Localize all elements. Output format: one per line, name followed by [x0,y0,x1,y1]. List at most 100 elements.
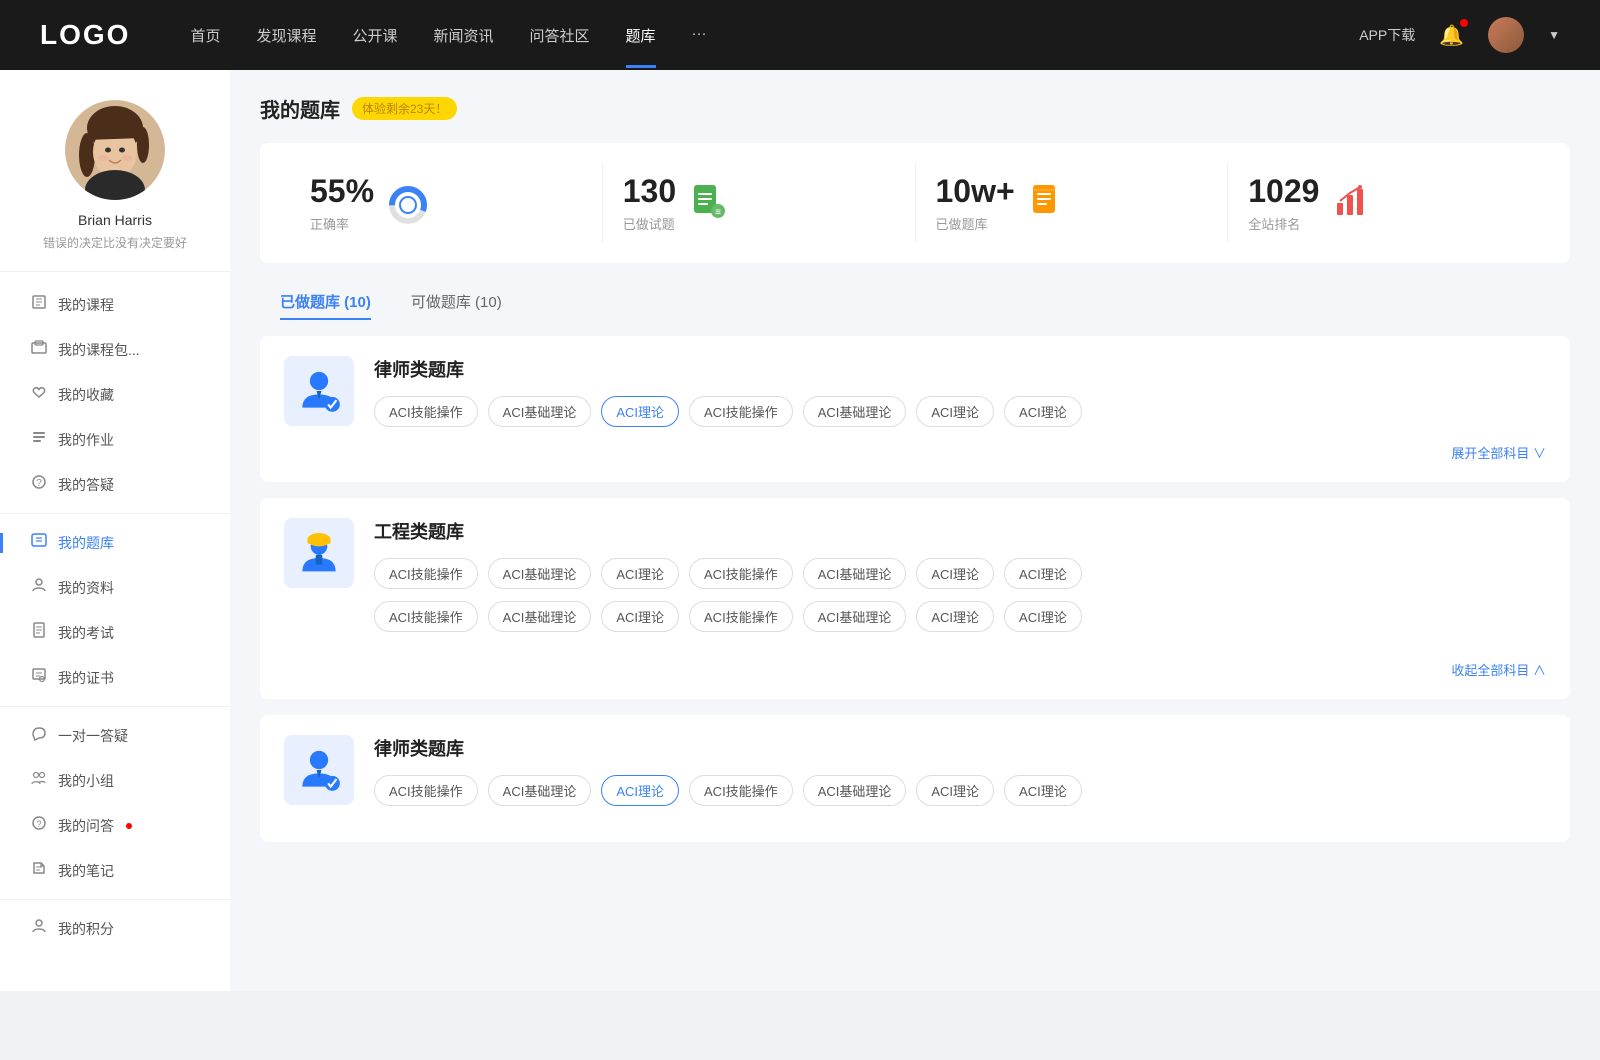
sidebar-label-certificate: 我的证书 [58,668,114,688]
quiz-bank-icon [30,532,48,553]
user-menu-chevron[interactable]: ▼ [1548,28,1560,42]
qa-notification-dot [126,823,132,829]
tag-1-6[interactable]: ACI理论 [1004,396,1082,427]
sidebar-label-qa: 我的答疑 [58,475,114,495]
accuracy-pie-icon [388,185,424,221]
tag-2-0-5[interactable]: ACI理论 [916,558,994,589]
points-icon [30,918,48,939]
tag-2-1-6[interactable]: ACI理论 [1004,601,1082,632]
divider-2 [0,706,230,707]
svg-text:≡: ≡ [715,207,721,218]
avatar-image [1488,17,1524,53]
tag-3-5[interactable]: ACI理论 [916,775,994,806]
tab-done-banks[interactable]: 已做题库 (10) [260,283,391,320]
stat-value-site-rank: 1029 [1248,173,1319,210]
tab-todo-banks[interactable]: 可做题库 (10) [391,283,522,320]
sidebar-item-notes[interactable]: 我的笔记 [0,848,230,893]
tag-2-0-4[interactable]: ACI基础理论 [803,558,907,589]
stat-value-done-banks: 10w+ [936,173,1015,210]
sidebar-item-my-qa[interactable]: ? 我的问答 [0,803,230,848]
tag-3-4[interactable]: ACI基础理论 [803,775,907,806]
sidebar-label-profile: 我的资料 [58,578,114,598]
profile-motto: 错误的决定比没有决定要好 [43,234,187,251]
stat-accuracy: 55% 正确率 [290,163,603,243]
sidebar-item-my-course[interactable]: 我的课程 [0,282,230,327]
sidebar-item-points[interactable]: 我的积分 [0,906,230,951]
tag-3-6[interactable]: ACI理论 [1004,775,1082,806]
sidebar-item-course-pack[interactable]: 我的课程包... [0,327,230,372]
homework-icon [30,429,48,450]
tag-3-3[interactable]: ACI技能操作 [689,775,793,806]
avatar[interactable] [1488,17,1524,53]
sidebar-item-profile[interactable]: 我的资料 [0,565,230,610]
tag-2-0-6[interactable]: ACI理论 [1004,558,1082,589]
tag-1-3[interactable]: ACI技能操作 [689,396,793,427]
sidebar-item-exam[interactable]: 我的考试 [0,610,230,655]
tag-2-0-2[interactable]: ACI理论 [601,558,679,589]
my-qa-icon: ? [30,815,48,836]
tag-1-5[interactable]: ACI理论 [916,396,994,427]
nav-open-course[interactable]: 公开课 [352,25,397,46]
stat-done-questions: 130 已做试题 ≡ [603,163,916,243]
page-title: 我的题库 [260,94,340,123]
bank-card-engineer: 工程类题库 ACI技能操作 ACI基础理论 ACI理论 ACI技能操作 ACI基… [260,498,1570,699]
stats-card: 55% 正确率 130 已做试题 [260,143,1570,263]
tag-1-1[interactable]: ACI基础理论 [488,396,592,427]
tag-1-4[interactable]: ACI基础理论 [803,396,907,427]
sidebar-label-group: 我的小组 [58,771,114,791]
nav-more[interactable]: ··· [692,25,707,46]
tag-2-1-3[interactable]: ACI技能操作 [689,601,793,632]
tag-2-1-4[interactable]: ACI基础理论 [803,601,907,632]
tag-3-0[interactable]: ACI技能操作 [374,775,478,806]
tag-1-2[interactable]: ACI理论 [601,396,679,427]
course-icon [30,294,48,315]
logo: LOGO [40,19,130,51]
divider-3 [0,899,230,900]
nav-discover[interactable]: 发现课程 [256,25,316,46]
tag-2-1-2[interactable]: ACI理论 [601,601,679,632]
tag-3-2[interactable]: ACI理论 [601,775,679,806]
sidebar-item-quiz-bank[interactable]: 我的题库 [0,520,230,565]
sidebar-label-exam: 我的考试 [58,623,114,643]
sidebar-item-tutoring[interactable]: 一对一答疑 [0,713,230,758]
app-download-button[interactable]: APP下载 [1359,25,1415,45]
bank-icon-engineer [284,518,354,588]
sidebar-profile: Brian Harris 错误的决定比没有决定要好 [0,100,230,272]
doc-orange-icon [1029,183,1065,224]
tag-1-0[interactable]: ACI技能操作 [374,396,478,427]
tag-2-1-1[interactable]: ACI基础理论 [488,601,592,632]
sidebar-item-certificate[interactable]: 我的证书 [0,655,230,700]
sidebar-label-tutoring: 一对一答疑 [58,726,128,746]
notification-bell[interactable]: 🔔 [1439,23,1464,48]
tag-2-1-5[interactable]: ACI理论 [916,601,994,632]
svg-text:?: ? [36,819,41,829]
nav-qa[interactable]: 问答社区 [530,25,590,46]
tag-2-0-1[interactable]: ACI基础理论 [488,558,592,589]
tag-2-1-0[interactable]: ACI技能操作 [374,601,478,632]
sidebar-item-qa[interactable]: ? 我的答疑 [0,462,230,507]
bank-icon-lawyer-2 [284,735,354,805]
sidebar-item-homework[interactable]: 我的作业 [0,417,230,462]
stat-value-accuracy: 55% [310,173,374,210]
sidebar-item-favorites[interactable]: 我的收藏 [0,372,230,417]
tag-2-0-3[interactable]: ACI技能操作 [689,558,793,589]
sidebar-label-course-pack: 我的课程包... [58,340,140,360]
exam-icon [30,622,48,643]
nav-quiz[interactable]: 题库 [626,25,656,46]
page-wrapper: Brian Harris 错误的决定比没有决定要好 我的课程 我的课程包... [0,70,1600,991]
sidebar-menu: 我的课程 我的课程包... 我的收藏 我的作业 [0,272,230,961]
sidebar-item-group[interactable]: 我的小组 [0,758,230,803]
tabs-bar: 已做题库 (10) 可做题库 (10) [260,283,1570,320]
sidebar-label-favorites: 我的收藏 [58,385,114,405]
bank-title-1: 律师类题库 [374,356,1546,382]
profile-avatar [65,100,165,200]
bank-tags-2-row1: ACI技能操作 ACI基础理论 ACI理论 ACI技能操作 ACI基础理论 AC… [374,558,1546,589]
expand-label-1[interactable]: 展开全部科目 ∨ [284,443,1546,462]
chart-red-icon [1333,183,1369,224]
nav-news[interactable]: 新闻资讯 [434,25,494,46]
stat-label-done-questions: 已做试题 [623,214,676,233]
tag-3-1[interactable]: ACI基础理论 [488,775,592,806]
nav-home[interactable]: 首页 [190,25,220,46]
tag-2-0-0[interactable]: ACI技能操作 [374,558,478,589]
collapse-label-2[interactable]: 收起全部科目 ∧ [284,660,1546,679]
